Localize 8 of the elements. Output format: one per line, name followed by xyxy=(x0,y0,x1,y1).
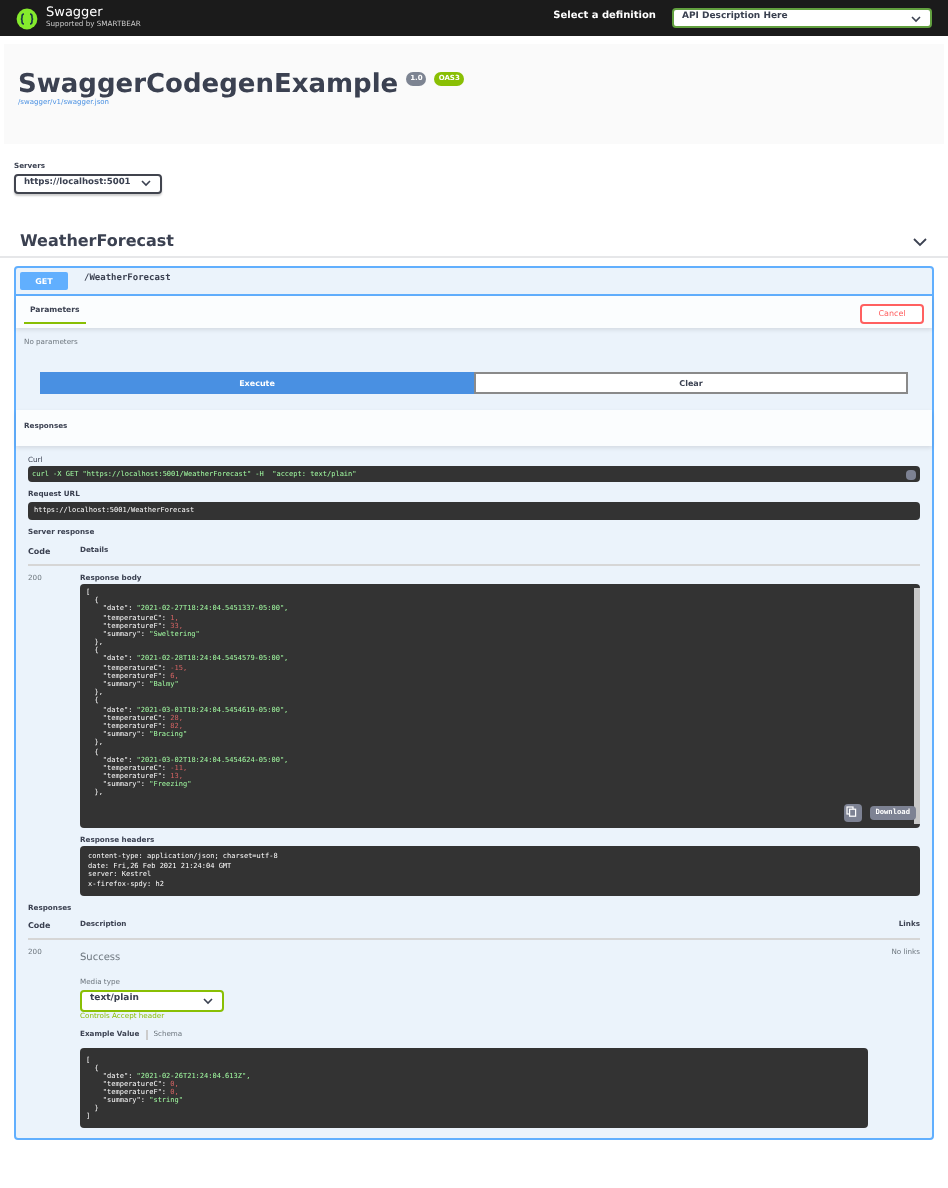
api-title: SwaggerCodegenExample xyxy=(18,72,399,98)
caret-icon xyxy=(202,995,214,1006)
logo-icon xyxy=(16,7,38,29)
tag-title[interactable]: WeatherForecast xyxy=(20,229,174,254)
scrollbar[interactable] xyxy=(914,587,920,824)
caret-icon xyxy=(910,13,922,23)
copy-button[interactable] xyxy=(843,803,862,822)
caret-icon xyxy=(140,178,152,189)
